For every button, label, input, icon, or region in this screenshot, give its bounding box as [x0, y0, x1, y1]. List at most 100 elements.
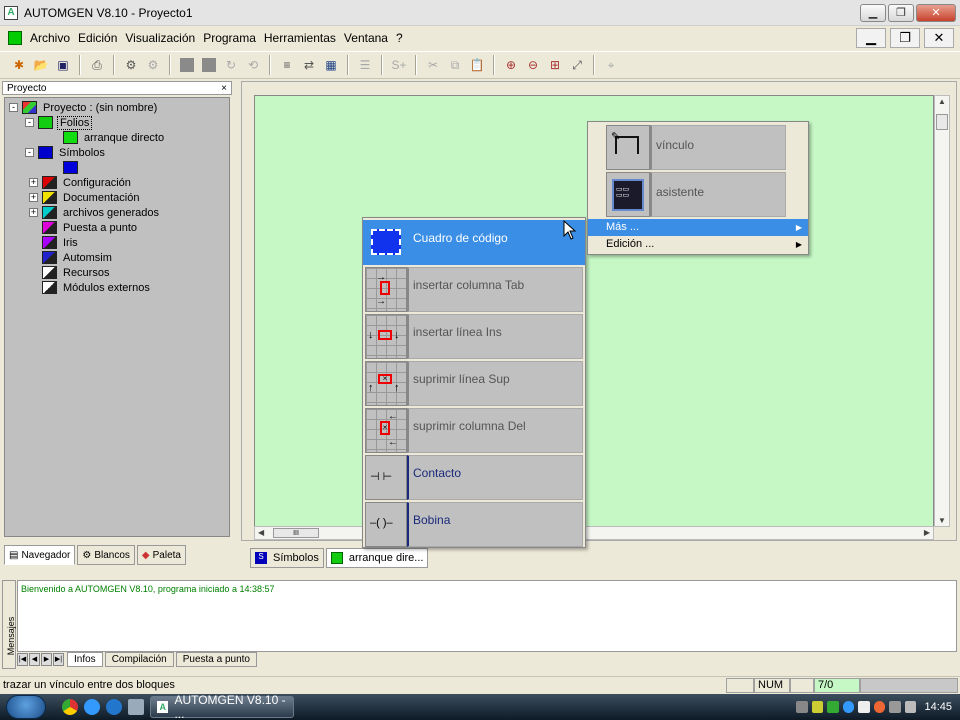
maximize-button[interactable]: ❐ [888, 4, 914, 22]
list-icon[interactable]: ☰ [356, 56, 374, 74]
menu-item-contacto[interactable]: ⊣ ⊢ Contacto [365, 455, 583, 500]
tray-app-icon[interactable] [889, 701, 901, 713]
menu-item-vinculo[interactable]: ✎ vínculo [606, 125, 786, 170]
tab-infos[interactable]: Infos [67, 652, 103, 667]
menu-help[interactable]: ? [392, 27, 407, 49]
scroll-left-icon[interactable]: ◀ [258, 528, 264, 537]
cut-icon[interactable]: ✂ [424, 56, 442, 74]
next-tab-button[interactable]: ▶ [41, 653, 52, 666]
stop-icon[interactable] [178, 56, 196, 74]
menu-archivo[interactable]: Archivo [26, 27, 74, 49]
menu-item-suprimir-columna[interactable]: × ← ← suprimir columna Del [365, 408, 583, 453]
add-symbol-icon[interactable]: S+ [390, 56, 408, 74]
close-button[interactable]: ✕ [916, 4, 956, 22]
tab-blancos[interactable]: ⚙ Blancos [77, 545, 135, 565]
expand-icon[interactable]: + [29, 193, 38, 202]
tree-item-archivos-generados[interactable]: + archivos generados [5, 205, 229, 220]
menu-item-bobina[interactable]: –( )– Bobina [365, 502, 583, 547]
copy-icon[interactable]: ⧉ [446, 56, 464, 74]
show-desktop-icon[interactable] [128, 699, 144, 715]
tree-item-modulos-externos[interactable]: Módulos externos [5, 280, 229, 295]
scroll-right-icon[interactable]: ▶ [924, 528, 930, 537]
expand-icon[interactable]: + [29, 208, 38, 217]
refresh-icon[interactable]: ↻ [222, 56, 240, 74]
tray-update-icon[interactable] [842, 701, 855, 713]
tray-antivirus-icon[interactable] [873, 701, 886, 713]
panel-close-icon[interactable]: × [221, 83, 227, 94]
mdi-restore-button[interactable]: ❐ [890, 28, 920, 48]
cycle-icon[interactable]: ⟲ [244, 56, 262, 74]
menu-herramientas[interactable]: Herramientas [260, 27, 340, 49]
tray-app-icon-2[interactable] [904, 701, 917, 713]
tree-item-symbol-sheet[interactable] [5, 160, 229, 175]
tray-network-icon[interactable] [795, 701, 808, 713]
tab-paleta[interactable]: ◆ Paleta [136, 545, 186, 565]
tool-icon[interactable]: ⌖ [602, 56, 620, 74]
tree-item-project[interactable]: - Proyecto : (sin nombre) [5, 100, 229, 115]
zoom-in-icon[interactable]: ⊕ [502, 56, 520, 74]
scroll-down-icon[interactable]: ▼ [938, 516, 946, 525]
prev-tab-button[interactable]: ◀ [29, 653, 40, 666]
chrome-icon[interactable] [62, 699, 78, 715]
align-icon[interactable]: ≡ [278, 56, 296, 74]
automgen-app-icon[interactable]: A [4, 5, 18, 20]
collapse-icon[interactable]: - [9, 103, 18, 112]
tree-item-recursos[interactable]: Recursos [5, 265, 229, 280]
tree-item-puesta-a-punto[interactable]: Puesta a punto [5, 220, 229, 235]
project-tree[interactable]: - Proyecto : (sin nombre) - Folios arran… [4, 97, 230, 537]
start-button[interactable] [6, 695, 46, 719]
document-icon[interactable] [8, 31, 22, 45]
menu-item-edicion[interactable]: Edición ... ▶ [588, 236, 808, 253]
swap-icon[interactable]: ⇄ [300, 56, 318, 74]
menu-edicion[interactable]: Edición [74, 27, 121, 49]
vertical-scrollbar[interactable]: ▲ ▼ [934, 95, 950, 527]
tab-compilacion[interactable]: Compilación [104, 652, 174, 667]
tray-flag-icon[interactable] [811, 701, 824, 713]
tree-item-iris[interactable]: Iris [5, 235, 229, 250]
menu-programa[interactable]: Programa [199, 27, 260, 49]
zoom-fit-icon[interactable]: ⤢ [568, 56, 586, 74]
menu-visualizacion[interactable]: Visualización [121, 27, 199, 49]
mdi-minimize-button[interactable]: ▁ [856, 28, 886, 48]
mdi-close-button[interactable]: ✕ [924, 28, 954, 48]
horizontal-scrollbar[interactable]: ◀ III ▶ [254, 526, 934, 540]
tree-item-folios[interactable]: - Folios [5, 115, 229, 130]
menu-item-asistente[interactable]: ▭▭ ▭▭ asistente [606, 172, 786, 217]
tray-shield-icon[interactable] [827, 701, 839, 713]
first-tab-button[interactable]: |◀ [17, 653, 28, 666]
clock[interactable]: 14:45 [924, 701, 952, 713]
new-project-icon[interactable]: ✱ [10, 56, 28, 74]
minimize-button[interactable]: ▁ [860, 4, 886, 22]
zoom-area-icon[interactable]: ⊞ [546, 56, 564, 74]
tree-item-documentacion[interactable]: + Documentación [5, 190, 229, 205]
menu-item-mas[interactable]: Más ... ▶ [588, 219, 808, 236]
run-icon[interactable]: ⚙ [144, 56, 162, 74]
horizontal-scroll-thumb[interactable]: III [273, 528, 319, 538]
collapse-icon[interactable]: - [25, 148, 34, 157]
tab-puesta-a-punto[interactable]: Puesta a punto [175, 652, 257, 667]
open-folder-icon[interactable]: 📂 [32, 56, 50, 74]
save-icon[interactable]: ▣ [54, 56, 72, 74]
tree-item-arranque-directo[interactable]: arranque directo [5, 130, 229, 145]
menu-item-cuadro-de-codigo[interactable]: Cuadro de código [363, 220, 585, 265]
scroll-up-icon[interactable]: ▲ [938, 97, 946, 106]
messages-output[interactable]: Bienvenido a AUTOMGEN V8.10, programa in… [17, 580, 957, 652]
step-icon[interactable] [200, 56, 218, 74]
tray-volume-icon[interactable] [858, 701, 870, 713]
print-icon[interactable]: ⎙ [88, 56, 106, 74]
taskbar-automgen-button[interactable]: A AUTOMGEN V8.10 - ... [150, 693, 294, 720]
menu-item-insertar-columna[interactable]: → → insertar columna Tab [365, 267, 583, 312]
vertical-scroll-thumb[interactable] [936, 114, 948, 130]
last-tab-button[interactable]: ▶| [53, 653, 64, 666]
compile-icon[interactable]: ⚙ [122, 56, 140, 74]
tree-item-automsim[interactable]: Automsim [5, 250, 229, 265]
ie-shortcut-icon[interactable] [106, 699, 122, 715]
internet-explorer-icon[interactable] [84, 699, 100, 715]
paste-icon[interactable]: 📋 [468, 56, 486, 74]
tab-simbolos[interactable]: S Símbolos [250, 548, 324, 568]
collapse-icon[interactable]: - [25, 118, 34, 127]
tree-item-configuracion[interactable]: + Configuración [5, 175, 229, 190]
tab-navegador[interactable]: ▤ Navegador [4, 545, 76, 565]
menu-item-suprimir-linea[interactable]: × ↑ ↑ suprimir línea Sup [365, 361, 583, 406]
zoom-out-icon[interactable]: ⊖ [524, 56, 542, 74]
